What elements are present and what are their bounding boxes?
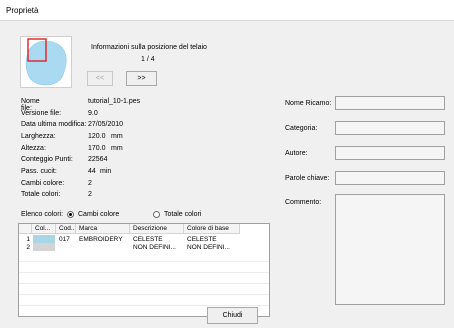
total-colors-label: Totale colori: — [21, 191, 61, 198]
table-gridline — [19, 294, 269, 295]
comment-label: Commento: — [285, 199, 322, 206]
category-field[interactable] — [335, 121, 445, 135]
file-version-label: Versione file: — [21, 110, 62, 117]
design-preview — [20, 36, 72, 88]
keywords-label: Parole chiave: — [285, 175, 330, 182]
design-name-label: Nome Ricamo: — [285, 100, 332, 107]
width-label: Larghezza: — [21, 133, 56, 140]
row-color-swatch — [33, 243, 55, 251]
embroidery-preview-image — [25, 38, 67, 86]
row-code: 017 — [59, 236, 70, 243]
file-name-value: tutorial_10-1.pes — [88, 98, 141, 105]
sewing-time-unit: min — [100, 168, 112, 175]
table-gridline — [19, 305, 269, 306]
frame-info-label: Informazioni sulla posizione del telaio — [91, 44, 207, 51]
radio-total-colors-indicator[interactable] — [153, 211, 160, 218]
last-modified-label: Data ultima modifica: — [21, 121, 87, 128]
row-color-swatch — [33, 235, 55, 243]
width-unit: mm — [111, 133, 123, 140]
table-gridline — [19, 272, 269, 273]
table-header-color[interactable]: Col... — [32, 224, 56, 234]
table-header-description[interactable]: Descrizione — [130, 224, 184, 234]
next-frame-button[interactable]: >> — [126, 71, 157, 86]
stitch-count-label: Conteggio Punti: — [21, 156, 73, 163]
row-brand: EMBROIDERY — [79, 236, 123, 243]
row-base-color: NON DEFINI... — [187, 244, 230, 251]
height-value: 170.0 — [88, 145, 106, 152]
height-label: Altezza: — [21, 145, 46, 152]
row-index: 2 — [26, 244, 30, 251]
author-field[interactable] — [335, 146, 445, 160]
radio-color-changes-label[interactable]: Cambi colore — [78, 211, 119, 218]
color-changes-value: 2 — [88, 180, 92, 187]
stitch-count-value: 22564 — [88, 156, 108, 163]
table-header-base-color[interactable]: Colore di base — [184, 224, 240, 234]
frame-position: 1 / 4 — [141, 56, 155, 63]
comment-field[interactable] — [335, 194, 445, 305]
sewing-time-label: Pass. cucit: — [21, 168, 57, 175]
keywords-field[interactable] — [335, 171, 445, 185]
prev-frame-button[interactable]: << — [87, 71, 113, 86]
width-value: 120.0 — [88, 133, 106, 140]
radio-color-changes-indicator[interactable] — [67, 211, 74, 218]
last-modified-value: 27/05/2010 — [88, 121, 124, 128]
radio-total-colors-label[interactable]: Totale colori — [164, 211, 201, 218]
title-bar: Proprietà — [0, 0, 454, 21]
height-unit: mm — [111, 145, 123, 152]
table-header-spacer — [19, 224, 32, 234]
sewing-time-value: 44 — [88, 168, 96, 175]
row-description: NON DEFINI... — [133, 244, 176, 251]
table-header-code[interactable]: Cod... — [56, 224, 76, 234]
category-label: Categoria: — [285, 125, 318, 132]
table-gridline — [19, 261, 269, 262]
total-colors-value: 2 — [88, 191, 92, 198]
color-changes-label: Cambi colore: — [21, 180, 65, 187]
color-list-label: Elenco colori: — [21, 211, 64, 218]
table-gridline — [19, 283, 269, 284]
window-title: Proprietà — [6, 6, 39, 15]
close-button[interactable]: Chiudi — [207, 307, 258, 324]
color-table[interactable]: Col... Cod... Marca Descrizione Colore d… — [18, 223, 270, 317]
file-version-value: 9.0 — [88, 110, 98, 117]
design-name-field[interactable] — [335, 96, 445, 110]
table-header-brand[interactable]: Marca — [76, 224, 130, 234]
author-label: Autore: — [285, 150, 308, 157]
